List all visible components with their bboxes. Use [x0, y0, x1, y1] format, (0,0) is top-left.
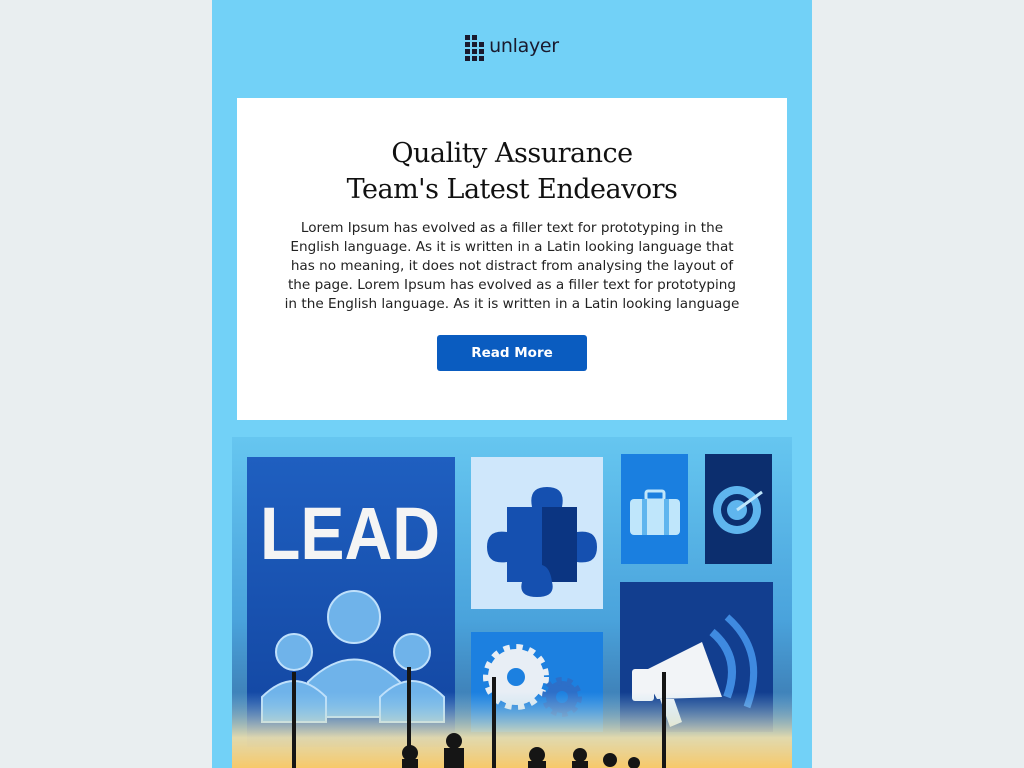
hero-illustration: LEAD	[232, 437, 792, 768]
card-title-line-1: Quality Assurance	[391, 138, 633, 169]
target-panel	[705, 454, 772, 564]
puzzle-panel	[471, 457, 603, 609]
card-body-text: Lorem Ipsum has evolved as a filler text…	[284, 220, 740, 312]
read-more-button[interactable]: Read More	[437, 335, 587, 371]
brand-name: unlayer	[489, 35, 559, 57]
card-title: Quality Assurance Team's Latest Endeavor…	[237, 136, 787, 208]
brand-logo[interactable]: unlayer	[212, 30, 812, 64]
email-container: unlayer Quality Assurance Team's Latest …	[212, 0, 812, 768]
hero-image: LEAD	[232, 437, 792, 768]
briefcase-panel	[621, 454, 688, 564]
content-card: Quality Assurance Team's Latest Endeavor…	[237, 98, 787, 420]
lead-text: LEAD	[260, 492, 440, 575]
unlayer-logo-icon	[465, 35, 485, 61]
card-title-line-2: Team's Latest Endeavors	[346, 174, 678, 205]
